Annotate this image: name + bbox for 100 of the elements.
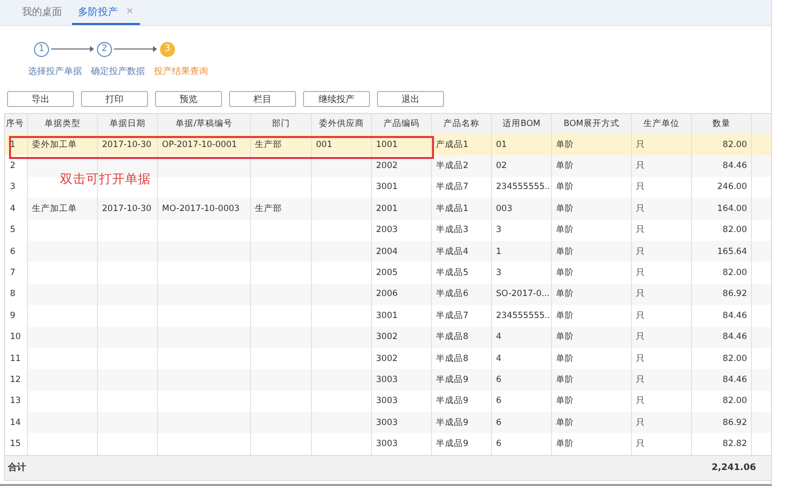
annotation-text: 双击可打开单据: [60, 171, 151, 188]
table-cell: 只: [636, 438, 645, 450]
tab[interactable]: 多阶投产 ✕: [72, 5, 140, 25]
table-cell: 4: [496, 354, 502, 364]
toolbar-button[interactable]: 退出: [377, 91, 444, 107]
row-number-cell[interactable]: 14: [5, 412, 28, 434]
table-cell: 单阶: [556, 438, 574, 450]
table-cell: 3003: [376, 439, 398, 450]
total-value: 2,241.06: [712, 462, 756, 473]
table-cell: 单阶: [556, 288, 574, 300]
table-cell: 只: [636, 374, 645, 386]
table-cell: 生产部: [255, 202, 282, 215]
table-cell: 82.00: [722, 396, 747, 406]
table-cell: 单阶: [556, 138, 574, 151]
table-cell: 82.82: [722, 439, 747, 450]
table-cell: 82.00: [722, 140, 747, 150]
table-cell: OP-2017-10-0001: [162, 140, 237, 150]
table-cell: 半成品8: [436, 352, 468, 365]
table-cell: 只: [636, 395, 645, 408]
table-cell: 003: [496, 204, 512, 214]
step-number: 1: [34, 42, 49, 56]
table-cell: 82.00: [722, 354, 747, 364]
table-cell: 只: [636, 352, 645, 365]
row-number-cell[interactable]: 6: [5, 240, 28, 262]
row-number-cell[interactable]: 2: [5, 155, 28, 177]
table-cell: 02: [496, 161, 507, 172]
table-cell: 单阶: [556, 181, 574, 194]
table-cell: 单阶: [556, 416, 574, 429]
table-cell: 84.46: [722, 332, 747, 342]
arrow-icon: [51, 45, 95, 53]
table-cell: 半成品7: [436, 181, 468, 194]
toolbar-button[interactable]: 导出: [7, 91, 74, 107]
table-cell: 4: [496, 332, 502, 342]
table-cell: 84.46: [722, 161, 747, 172]
table-cell: 只: [636, 246, 645, 258]
table-cell: 生产部: [255, 138, 282, 151]
table-cell: 84.46: [722, 310, 747, 321]
table-cell: 半成品8: [436, 331, 468, 344]
table-cell: 2003: [376, 225, 398, 236]
table-cell: 单阶: [556, 224, 574, 236]
table-cell: 只: [636, 267, 645, 280]
table-cell: 只: [636, 224, 645, 236]
table-cell: 86.92: [722, 289, 747, 300]
table-cell: 01: [496, 140, 507, 150]
table-cell: 产成品1: [436, 138, 468, 151]
table-cell: 单阶: [556, 202, 574, 215]
tab[interactable]: 我的桌面: [16, 5, 68, 25]
table-cell: 半成品3: [436, 224, 468, 236]
table-cell: 只: [636, 331, 645, 344]
table-cell: 3002: [376, 332, 398, 342]
step-label: 投产结果查询: [154, 66, 208, 78]
table-cell: 1: [496, 246, 502, 257]
table-cell: 2001: [376, 204, 398, 214]
row-number-cell[interactable]: 13: [5, 390, 28, 412]
table-cell: 半成品5: [436, 267, 468, 280]
table-cell: 半成品9: [436, 416, 468, 429]
table-cell: 164.00: [717, 204, 747, 214]
table-cell: 3003: [376, 374, 398, 385]
table-cell: 6: [496, 396, 502, 406]
row-number-cell[interactable]: 12: [5, 369, 28, 391]
table-cell: 单阶: [556, 352, 574, 365]
table-cell: 单阶: [556, 310, 574, 322]
table-cell: 半成品7: [436, 310, 468, 322]
arrow-icon: [114, 45, 158, 53]
table-cell: 只: [636, 181, 645, 194]
table-cell: 半成品6: [436, 288, 468, 300]
table-cell: 6: [496, 418, 502, 428]
table-cell: 1001: [376, 140, 398, 150]
row-number-cell[interactable]: 5: [5, 220, 28, 241]
table-cell: 234555555...: [496, 182, 551, 192]
table-cell: 3: [496, 225, 502, 236]
table-cell: 单阶: [556, 267, 574, 280]
toolbar-button[interactable]: 预览: [155, 91, 222, 107]
table-cell: 3002: [376, 354, 398, 364]
table-cell: 3: [496, 268, 502, 278]
table-cell: 2004: [376, 246, 398, 257]
toolbar-button[interactable]: 栏目: [229, 91, 296, 107]
table-cell: 82.00: [722, 268, 747, 278]
toolbar-button[interactable]: 继续投产: [303, 91, 370, 107]
table-cell: SO-2017-0...: [496, 289, 550, 300]
table-cell: 165.64: [717, 246, 747, 257]
step-label: 确定投产数据: [91, 66, 145, 78]
row-number-cell[interactable]: 4: [5, 198, 28, 220]
table-cell: 生产加工单: [32, 202, 77, 215]
toolbar-button[interactable]: 打印: [81, 91, 148, 107]
table-cell: MO-2017-10-0003: [162, 204, 240, 214]
row-number-cell[interactable]: 11: [5, 348, 28, 370]
table-cell: 2005: [376, 268, 398, 278]
step-number: 2: [97, 42, 112, 56]
table-cell: 84.46: [722, 374, 747, 385]
row-number-cell[interactable]: 10: [5, 326, 28, 348]
table-cell: 6: [496, 374, 502, 385]
column-header: 序号: [5, 114, 28, 134]
table-cell: 3001: [376, 182, 398, 192]
table-cell: 82.00: [722, 225, 747, 236]
table-cell: 单阶: [556, 331, 574, 344]
table-cell: 单阶: [556, 246, 574, 258]
row-number-cell[interactable]: 8: [5, 284, 28, 306]
table-cell: 半成品9: [436, 374, 468, 386]
table-cell: 只: [636, 416, 645, 429]
